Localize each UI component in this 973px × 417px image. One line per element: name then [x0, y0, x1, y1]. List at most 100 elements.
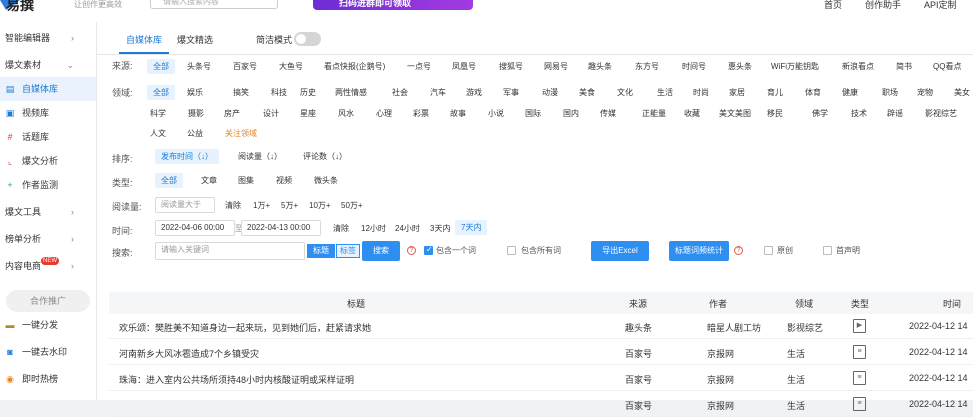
table-row[interactable]: 欢乐颂：樊胜美不知道身边一起来玩，见到她们后，赶紧请求她 趣头条 暗星人剧工坊 影视综…: [109, 315, 973, 339]
source-chip-10[interactable]: 东方号: [635, 61, 659, 72]
domain-chip-17[interactable]: 体育: [805, 87, 821, 98]
col-source[interactable]: 来源: [629, 297, 647, 310]
source-chip-6[interactable]: 凤凰号: [452, 61, 476, 72]
source-chip-15[interactable]: 简书: [896, 61, 912, 72]
domain-chip-19[interactable]: 职场: [882, 87, 898, 98]
sidebar-item-analysis[interactable]: ⌞ 爆文分析: [0, 149, 96, 173]
domain-chip-row2-20[interactable]: 影视综艺: [925, 108, 957, 119]
include-one-checkbox[interactable]: [424, 245, 433, 255]
title-stats-button[interactable]: 标题词频统计: [669, 241, 729, 261]
table-row[interactable]: 百家号 京报网 生活 2022-04-12 14 ≡: [109, 393, 973, 417]
domain-chip-row2-2[interactable]: 房产: [224, 108, 240, 119]
reads-100k[interactable]: 10万+: [309, 200, 331, 211]
nav-home[interactable]: 首页: [824, 0, 842, 11]
domain-chip-row3-1[interactable]: 公益: [187, 128, 203, 139]
logo[interactable]: 易撰: [6, 0, 34, 12]
domain-chip-row2-12[interactable]: 传媒: [600, 108, 616, 119]
top-search-input[interactable]: 请输入搜索内容: [150, 0, 278, 9]
help-icon[interactable]: ?: [407, 246, 416, 255]
scope-tags[interactable]: 标签: [336, 244, 360, 258]
source-chip-13[interactable]: WiFi万能钥匙: [771, 61, 819, 72]
domain-chip-21[interactable]: 美女: [954, 87, 970, 98]
include-all-checkbox[interactable]: [507, 246, 516, 255]
source-chip-16[interactable]: QQ看点: [933, 61, 961, 72]
domain-chip-2[interactable]: 搞笑: [233, 87, 249, 98]
domain-chip-row2-14[interactable]: 收藏: [684, 108, 700, 119]
domain-chip-row2-11[interactable]: 国内: [563, 108, 579, 119]
search-button[interactable]: 搜索: [362, 241, 400, 261]
sidebar-item-author-monitor[interactable]: + 作者监测: [0, 173, 96, 197]
source-chip-4[interactable]: 看点快报(企鹅号): [324, 61, 385, 72]
sidebar-item-media-library[interactable]: ▤ 自媒体库: [0, 77, 96, 101]
domain-chip-row2-4[interactable]: 星座: [300, 108, 316, 119]
reads-input[interactable]: 阅读量大于: [155, 197, 215, 213]
source-chip-9[interactable]: 趣头条: [588, 61, 612, 72]
domain-chip-20[interactable]: 宠物: [917, 87, 933, 98]
nav-api[interactable]: API定制: [924, 0, 957, 11]
sort-by-comments[interactable]: 评论数（↓）: [303, 151, 347, 162]
domain-chip-8[interactable]: 游戏: [466, 87, 482, 98]
domain-chip-row2-7[interactable]: 彩票: [413, 108, 429, 119]
time-12h[interactable]: 12小时: [361, 223, 386, 234]
type-all[interactable]: 全部: [155, 173, 183, 188]
export-excel-button[interactable]: 导出Excel: [591, 241, 649, 261]
domain-chip-row2-10[interactable]: 国际: [525, 108, 541, 119]
keyword-input[interactable]: 请输入关键词: [155, 242, 305, 260]
source-chip-12[interactable]: 惠头条: [728, 61, 752, 72]
original-checkbox[interactable]: [764, 246, 773, 255]
domain-chip-18[interactable]: 健康: [842, 87, 858, 98]
sort-by-time[interactable]: 发布时间（↓）: [155, 149, 219, 164]
sidebar-item-video-library[interactable]: ▣ 视频库: [0, 101, 96, 125]
date-from-input[interactable]: 2022-04-06 00:00: [155, 220, 235, 236]
domain-chip-13[interactable]: 生活: [657, 87, 673, 98]
source-chip-5[interactable]: 一点号: [407, 61, 431, 72]
promo-section-label[interactable]: 合作推广: [6, 290, 90, 312]
col-time[interactable]: 时间: [943, 297, 961, 310]
domain-chip-row2-19[interactable]: 辟谣: [887, 108, 903, 119]
first-publish-checkbox[interactable]: [823, 246, 832, 255]
time-3d[interactable]: 3天内: [430, 223, 450, 234]
domain-chip-10[interactable]: 动漫: [542, 87, 558, 98]
type-micro[interactable]: 微头条: [314, 175, 338, 186]
source-chip-3[interactable]: 大鱼号: [279, 61, 303, 72]
domain-chip-7[interactable]: 汽车: [430, 87, 446, 98]
domain-chip-row2-13[interactable]: 正能量: [642, 108, 666, 119]
tab-featured[interactable]: 爆文精选: [177, 33, 213, 46]
reads-clear[interactable]: 清除: [225, 200, 241, 211]
source-chip-8[interactable]: 网易号: [544, 61, 568, 72]
sidebar-item-tools[interactable]: 爆文工具 ›: [0, 200, 96, 224]
domain-chip-11[interactable]: 美食: [579, 87, 595, 98]
time-24h[interactable]: 24小时: [395, 223, 420, 234]
source-chip-7[interactable]: 搜狐号: [499, 61, 523, 72]
domain-chip-1[interactable]: 娱乐: [187, 87, 203, 98]
domain-chip-row2-3[interactable]: 设计: [263, 108, 279, 119]
help-icon[interactable]: ?: [734, 246, 743, 255]
tab-media-library[interactable]: 自媒体库: [126, 33, 162, 46]
domain-chip-row2-0[interactable]: 科学: [150, 108, 166, 119]
domain-chip-row2-9[interactable]: 小说: [488, 108, 504, 119]
domain-chip-row2-16[interactable]: 移民: [767, 108, 783, 119]
compact-mode-toggle[interactable]: [294, 32, 321, 46]
sidebar-item-editor[interactable]: 智能编辑器 ›: [0, 26, 96, 50]
domain-chip-6[interactable]: 社会: [392, 87, 408, 98]
domain-chip-row2-17[interactable]: 佛学: [812, 108, 828, 119]
sidebar-item-hot-list[interactable]: ◉ 即时热榜: [0, 367, 96, 391]
article-title[interactable]: 河南新乡大风冰雹造成7个乡镇受灾: [119, 347, 259, 360]
type-video[interactable]: 视频: [276, 175, 292, 186]
col-domain[interactable]: 领域: [795, 297, 813, 310]
reads-50k[interactable]: 5万+: [281, 200, 298, 211]
sidebar-item-topic-library[interactable]: # 话题库: [0, 125, 96, 149]
type-article[interactable]: 文章: [201, 175, 217, 186]
time-7d[interactable]: 7天内: [455, 220, 488, 235]
domain-chip-3[interactable]: 科技: [271, 87, 287, 98]
domain-chip-row2-18[interactable]: 技术: [851, 108, 867, 119]
source-chip-11[interactable]: 时间号: [682, 61, 706, 72]
domain-chip-16[interactable]: 育儿: [767, 87, 783, 98]
sidebar-item-ecommerce[interactable]: 内容电商 NEW ›: [0, 254, 96, 278]
domain-chip-row3-0[interactable]: 人文: [150, 128, 166, 139]
domain-chip-15[interactable]: 家居: [729, 87, 745, 98]
source-chip-0[interactable]: 全部: [147, 59, 175, 74]
article-title[interactable]: 欢乐颂：樊胜美不知道身边一起来玩，见到她们后，赶紧请求她: [119, 321, 371, 334]
sort-by-reads[interactable]: 阅读量（↓）: [238, 151, 282, 162]
scope-title[interactable]: 标题: [307, 244, 335, 258]
